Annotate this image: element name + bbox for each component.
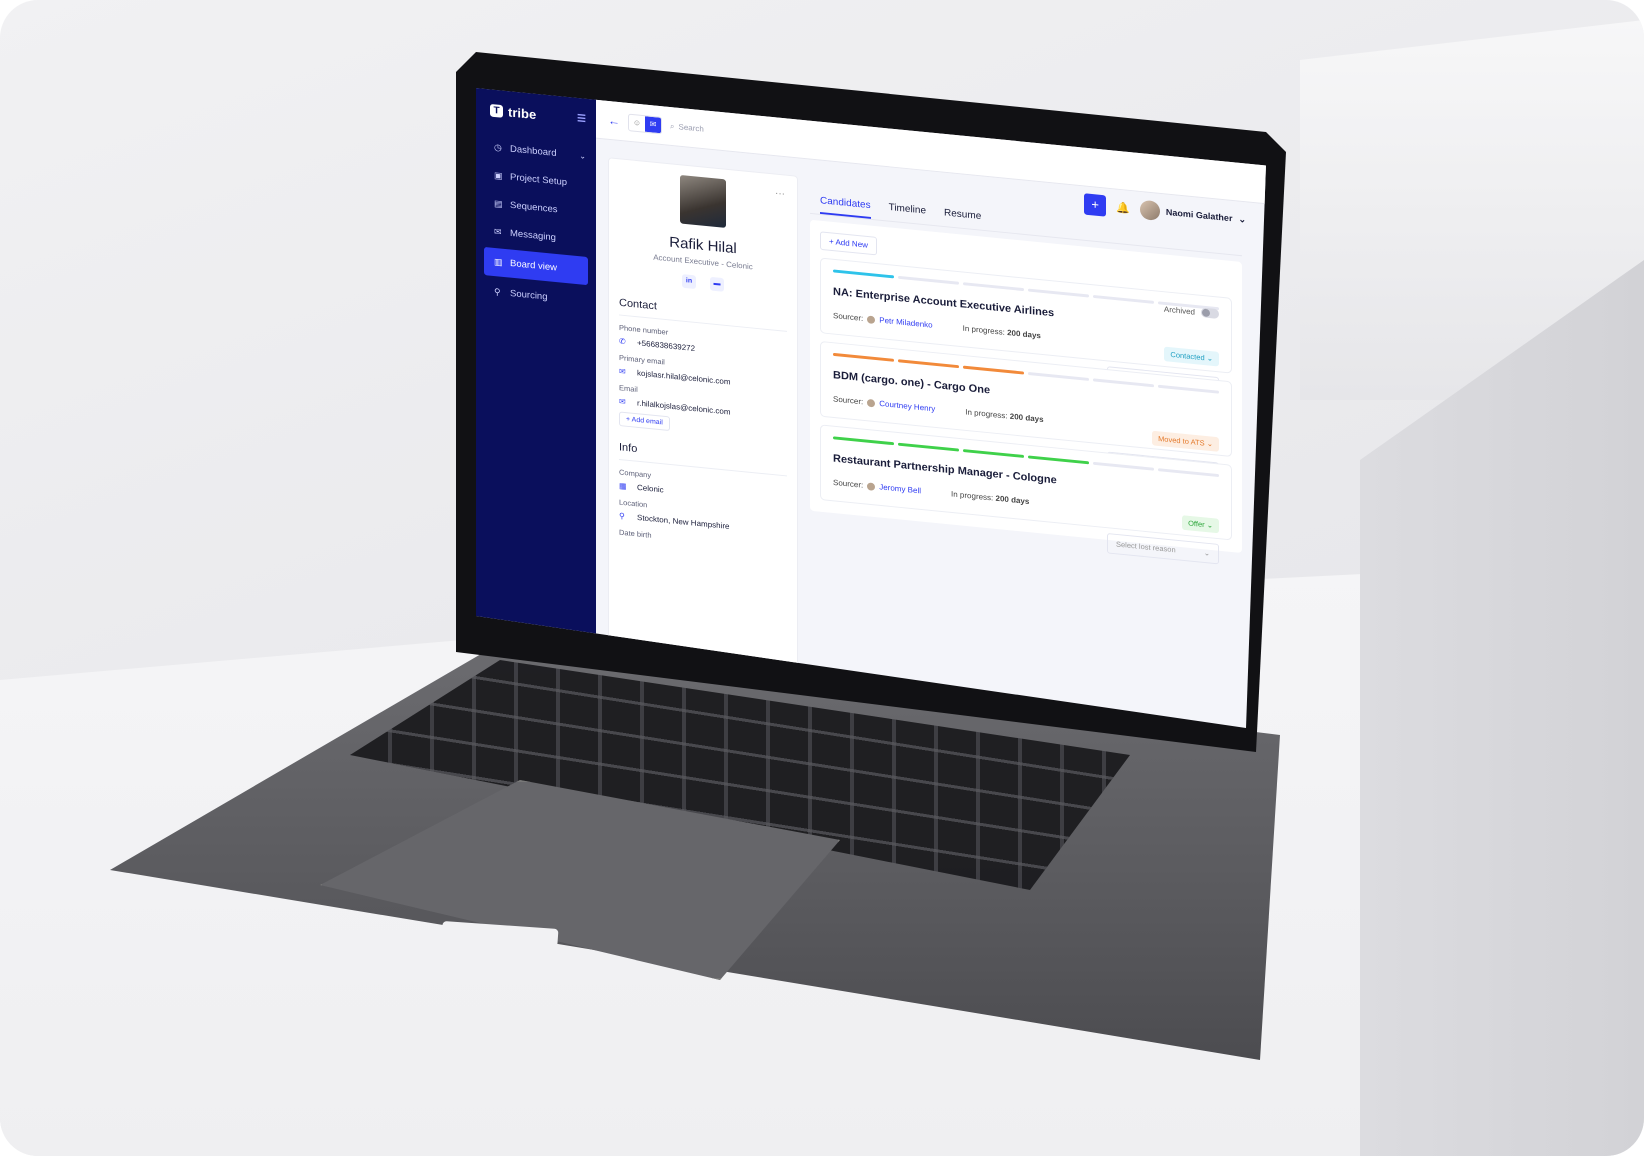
chevron-down-icon: ⌄ [1203,548,1210,558]
progress-days: 200 days [1007,328,1041,341]
nav-label: Project Setup [510,171,568,189]
status-label: Offer [1188,518,1205,530]
screen: T tribe ☰ ◷ Dashboard ⌄ ▣ Project Setup … [476,88,1266,728]
user-menu[interactable]: Naomi Galather ⌄ [1139,199,1246,230]
sourcer-label: Sourcer: [833,394,864,407]
job-title: NA: Enterprise Account Executive Airline… [833,285,1055,320]
social-links: in ▬ [619,268,787,298]
job-title: BDM (cargo. one) - Cargo One [833,369,991,397]
progress-label: In progress: [962,323,1005,337]
document-icon: ▤ [494,198,503,209]
progress-step [1028,288,1089,298]
laptop-photo-scene: T tribe ☰ ◷ Dashboard ⌄ ▣ Project Setup … [0,0,1644,1156]
chevron-down-icon: ⌄ [1238,213,1246,225]
progress-step [1093,294,1154,304]
candidate-jobs-panel: Candidates Timeline Resume + Add New Arc… [810,194,1242,728]
progress-step [833,436,894,446]
view-switch: ☺ ✉ [628,113,662,134]
notification-bell-icon[interactable]: 🔔 [1116,201,1130,215]
building-icon: ▦ [619,481,627,491]
brand-name: tribe [508,104,537,123]
progress-step [1028,372,1089,381]
progress-step [833,352,894,362]
app-window: T tribe ☰ ◷ Dashboard ⌄ ▣ Project Setup … [476,88,1266,728]
job-board: + Add New Archived NA: Enterprise Accoun… [810,219,1242,565]
progress-step [1093,378,1154,388]
progress-label: In progress: [951,489,994,503]
board-icon: ▥ [494,256,503,268]
progress-step [1158,468,1219,478]
nav-label: Messaging [510,228,556,244]
add-new-label: Add New [835,237,868,250]
nav-label: Sourcing [510,288,548,303]
phone-icon: ✆ [619,336,626,347]
lost-reason-select[interactable]: Select lost reason ⌄ [1107,533,1219,565]
chevron-down-icon: ⌄ [579,151,586,161]
back-arrow-icon[interactable]: ← [608,113,620,128]
search-icon: ⌕ [670,121,675,131]
avatar [867,481,876,491]
avatar [867,315,876,324]
lost-reason-placeholder: Select lost reason [1116,539,1176,555]
search-input[interactable]: Search [678,122,703,133]
collapse-sidebar-icon[interactable]: ☰ [577,113,586,125]
tab-candidates[interactable]: Candidates [820,195,871,219]
add-email-button[interactable]: + Add email [619,411,670,431]
progress-step [898,275,959,285]
avatar [867,398,876,407]
person-view-icon[interactable]: ☺ [629,114,645,131]
progress-step [1028,455,1089,465]
progress-step [833,269,894,279]
tab-resume[interactable]: Resume [944,208,981,230]
add-email-label: Add email [631,416,663,427]
toggle-switch[interactable] [1201,307,1219,319]
progress-step [1093,461,1154,471]
progress-step [963,365,1024,375]
progress-step [1158,384,1219,394]
sourcer-name[interactable]: Jeromy Bell [879,483,921,496]
progress-step [898,442,959,452]
phone-value[interactable]: +566838639272 [637,339,695,353]
chat-icon[interactable]: ▬ [710,276,724,292]
progress-days: 200 days [995,493,1030,507]
sourcer-label: Sourcer: [833,478,864,490]
tribe-logo-icon: T [490,103,503,118]
progress-days: 200 days [1009,411,1044,424]
status-dropdown[interactable]: Offer ⌄ [1182,515,1219,534]
progress-step [963,449,1024,458]
archived-label: Archived [1163,304,1195,317]
tab-timeline[interactable]: Timeline [889,202,926,224]
nav-label: Sequences [510,199,558,216]
sourcer-label: Sourcer: [833,311,864,323]
company-value: Celonic [637,483,664,495]
job-title: Restaurant Partnership Manager - Cologne [833,452,1057,487]
mail-icon: ✉ [619,366,626,377]
nav-label: Board view [510,258,557,274]
user-name: Naomi Galather [1165,207,1233,224]
add-new-button[interactable]: + Add New [820,231,877,256]
mail-icon: ✉ [494,226,502,237]
status-label: Contacted [1170,350,1205,363]
clock-icon: ◷ [494,142,502,153]
briefcase-icon: ▣ [494,170,503,181]
sourcer-name[interactable]: Petr Miladenko [879,316,932,330]
more-options-icon[interactable]: ··· [775,188,785,200]
status-label: Moved to ATS [1158,434,1205,448]
mail-icon: ✉ [619,396,626,407]
progress-step [963,282,1024,292]
progress-label: In progress: [965,407,1008,421]
progress-step [898,359,959,369]
linkedin-icon[interactable]: in [682,274,696,290]
user-icon: ⚲ [494,286,501,298]
create-button[interactable]: + [1084,193,1107,217]
sourcer-name[interactable]: Courtney Henry [879,399,935,413]
search-bar[interactable]: ⌕ Search [670,121,704,134]
avatar [1139,199,1160,222]
profile-photo [680,174,726,228]
location-pin-icon: ⚲ [619,511,625,521]
mail-view-icon[interactable]: ✉ [645,115,661,133]
nav-label: Dashboard [510,143,557,159]
